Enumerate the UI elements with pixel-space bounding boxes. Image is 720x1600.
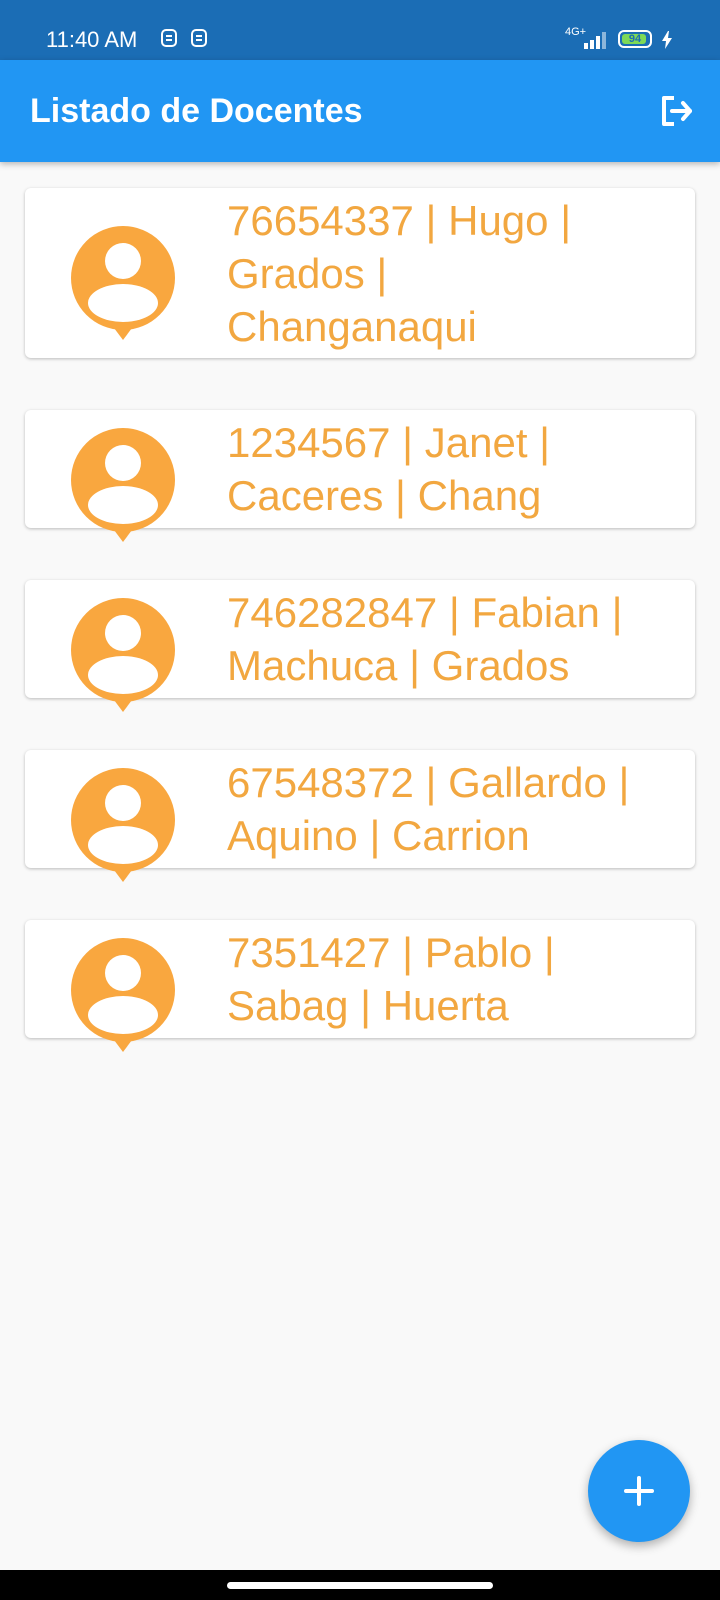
teacher-card[interactable]: 1234567 | Janet | Caceres | Chang [25, 410, 695, 542]
app-bar: Listado de Docentes [0, 60, 720, 162]
battery-indicator: 94 [618, 30, 652, 48]
logout-icon[interactable] [656, 92, 694, 130]
teacher-line-1: 1234567 | Janet | [227, 419, 551, 466]
add-teacher-button[interactable] [588, 1440, 690, 1542]
person-pin-icon [71, 428, 175, 542]
teacher-line-1: 7351427 | Pablo | [227, 929, 555, 976]
teacher-line-2: Machuca | Grados [227, 642, 570, 689]
teacher-line-2: Grados | [227, 250, 388, 297]
teacher-line-2: Caceres | Chang [227, 472, 542, 519]
home-gesture-handle[interactable] [227, 1582, 493, 1589]
teacher-card[interactable]: 7351427 | Pablo | Sabag | Huerta [25, 920, 695, 1052]
person-pin-icon [71, 598, 175, 712]
sim-icon [161, 29, 177, 47]
teacher-card[interactable]: 67548372 | Gallardo | Aquino | Carrion [25, 750, 695, 882]
person-pin-icon [71, 938, 175, 1052]
status-time: 11:40 AM [46, 27, 138, 52]
teacher-line-2: Aquino | Carrion [227, 812, 530, 859]
teacher-list: 76654337 | Hugo | Grados | Changanaqui 1… [25, 188, 695, 1090]
battery-text: 94 [628, 33, 642, 45]
status-bar: 11:40 AM 4G+ 94 [0, 0, 720, 60]
teacher-card[interactable]: 746282847 | Fabian | Machuca | Grados [25, 580, 695, 712]
charging-icon [662, 31, 672, 49]
teacher-line-3: Changanaqui [227, 303, 477, 350]
plus-icon [624, 1476, 654, 1506]
teacher-line-1: 67548372 | Gallardo | [227, 759, 630, 806]
signal-icon [584, 32, 606, 49]
teacher-line-1: 746282847 | Fabian | [227, 589, 623, 636]
sim-icon-2 [191, 29, 207, 47]
person-pin-icon [71, 226, 175, 340]
teacher-line-2: Sabag | Huerta [227, 982, 509, 1029]
system-nav-bar [0, 1570, 720, 1600]
person-pin-icon [71, 768, 175, 882]
teacher-line-1: 76654337 | Hugo | [227, 197, 572, 244]
page-title: Listado de Docentes [30, 92, 363, 130]
teacher-card[interactable]: 76654337 | Hugo | Grados | Changanaqui [25, 188, 695, 358]
